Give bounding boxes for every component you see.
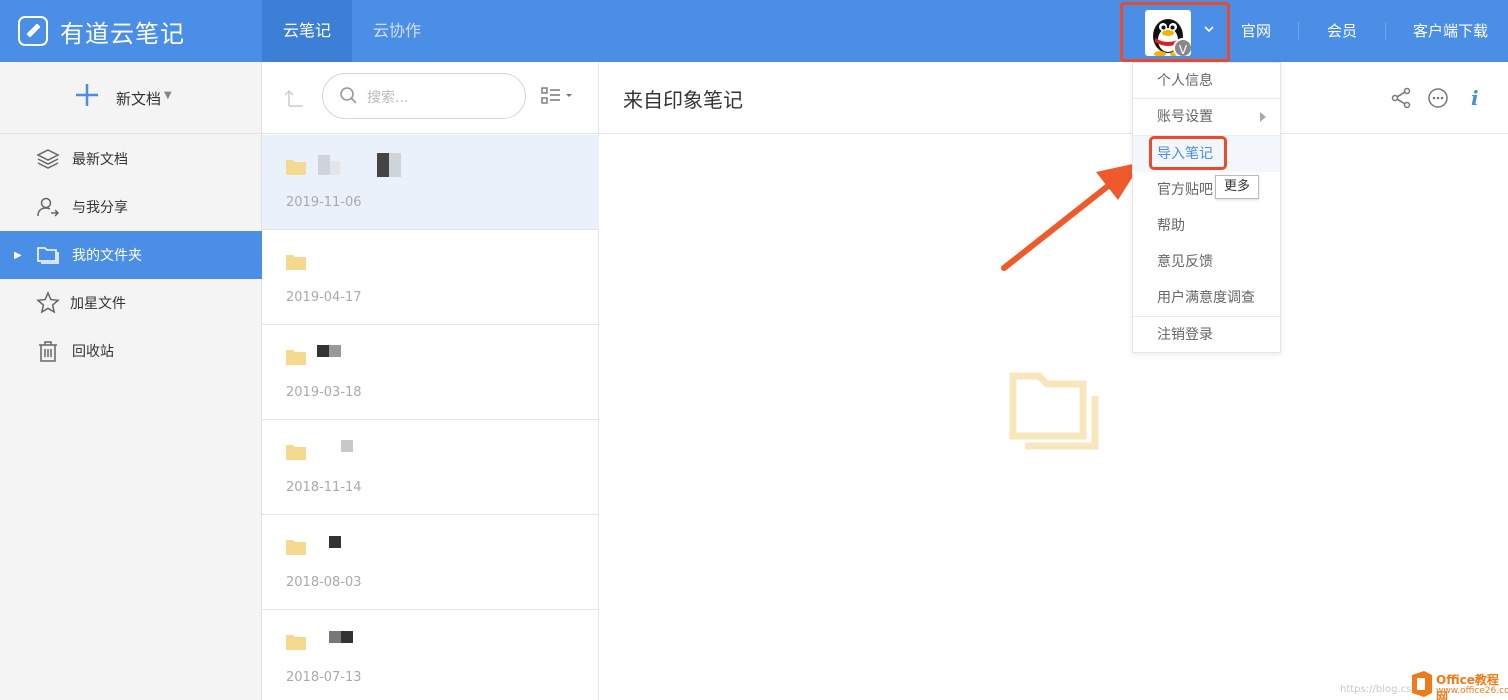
menu-item-label: 账号设置 [1157,109,1213,125]
tab-cloud-collab[interactable]: 云协作 [357,0,437,62]
app-logo[interactable]: 有道云笔记 [18,14,185,48]
note-date: 2019-04-17 [286,290,362,305]
redacted-title [330,161,340,175]
svg-text:i: i [1471,86,1479,110]
list-toolbar: 搜索... [262,62,599,134]
sidebar-item-label: 回收站 [72,344,114,360]
sidebar: 新文档 ▼ 最新文档 与我分享 ▶ 我的文件夹 加星文件 回收站 [0,62,262,700]
menu-item-profile[interactable]: 个人信息 [1133,63,1280,99]
folder-icon [286,255,306,270]
menu-item-account-settings[interactable]: 账号设置 [1133,99,1280,135]
list-item[interactable]: 2018-08-03 [262,515,599,610]
content-header: 来自印象笔记 i [599,62,1508,134]
note-date: 2018-07-13 [286,670,362,685]
caret-right-icon[interactable]: ▶ [14,250,22,261]
redacted-title [318,155,330,175]
link-official-site[interactable]: 官网 [1241,0,1271,62]
parent-folder-icon[interactable] [282,86,306,110]
info-icon[interactable]: i [1462,86,1486,110]
list-item[interactable]: 2018-11-14 [262,420,599,515]
link-membership[interactable]: 会员 [1327,0,1357,62]
more-options-icon[interactable] [1426,86,1450,110]
sidebar-item-label: 我的文件夹 [72,248,142,264]
user-menu-trigger[interactable]: V [1120,2,1230,62]
sidebar-item-my-folders[interactable]: ▶ 我的文件夹 [0,231,262,279]
user-dropdown-menu: 个人信息 账号设置 导入笔记 官方贴吧 帮助 意见反馈 用户满意度调查 注销登录 [1132,62,1281,353]
chevron-down-icon[interactable] [1203,23,1215,39]
share-user-icon [37,197,60,217]
menu-item-help[interactable]: 帮助 [1133,208,1280,244]
menu-item-logout[interactable]: 注销登录 [1133,317,1280,353]
list-item[interactable]: 2019-03-18 [262,325,599,420]
avatar[interactable]: V [1145,10,1191,56]
caret-right-icon [1260,112,1266,122]
star-icon [36,291,60,314]
sidebar-item-starred[interactable]: 加星文件 [0,279,262,327]
notes-list-pane: 搜索... 2019-11-06 2019-04-17 2019-03-18 2… [262,62,599,700]
redacted-title [317,345,329,357]
list-item[interactable]: 2019-04-17 [262,230,599,325]
menu-item-feedback[interactable]: 意见反馈 [1133,244,1280,280]
redacted-title [389,153,401,177]
note-date: 2019-03-18 [286,385,362,400]
menu-item-survey[interactable]: 用户满意度调查 [1133,280,1280,316]
note-date: 2019-11-06 [286,195,362,210]
vip-badge: V [1173,38,1191,56]
folder-icon [37,247,59,264]
sidebar-item-label: 与我分享 [72,200,128,216]
note-date: 2018-08-03 [286,575,362,590]
folder-icon [286,635,306,650]
list-view-icon[interactable] [540,84,576,108]
redacted-title [377,153,389,177]
list-item[interactable]: 2018-07-13 [262,610,599,700]
share-icon[interactable] [1389,86,1413,110]
divider [1385,22,1386,40]
folder-icon [286,445,306,460]
sidebar-item-label: 加星文件 [70,296,126,312]
trash-icon [39,341,57,362]
empty-folder-icon [1009,372,1099,450]
tab-cloud-notes[interactable]: 云笔记 [262,0,352,62]
app-title: 有道云笔记 [60,19,185,48]
folder-icon [286,540,306,555]
redacted-title [329,536,341,548]
new-document-label: 新文档 [116,90,162,108]
redacted-title [329,345,341,357]
folder-title: 来自印象笔记 [623,88,743,112]
sidebar-item-shared[interactable]: 与我分享 [0,183,262,231]
redacted-title [341,631,353,643]
sidebar-item-label: 最新文档 [72,152,128,168]
annotation-highlight-box [1149,136,1227,170]
divider [1298,22,1299,40]
watermark-site: www.office26.com [1436,686,1508,696]
search-box[interactable]: 搜索... [322,73,526,119]
search-input[interactable]: 搜索... [367,87,408,107]
new-document-button[interactable]: 新文档 ▼ [0,62,262,134]
folder-icon [286,350,306,365]
caret-down-icon: ▼ [164,90,172,101]
link-client-download[interactable]: 客户端下载 [1413,0,1488,62]
tooltip: 更多 [1215,175,1259,199]
note-pen-icon [18,16,48,46]
sidebar-item-recent[interactable]: 最新文档 [0,135,262,183]
note-date: 2018-11-14 [286,480,362,495]
folder-icon [286,160,306,175]
redacted-title [341,440,353,452]
list-item[interactable]: 2019-11-06 [262,135,599,230]
search-icon [340,87,357,104]
plus-icon [74,80,100,114]
top-bar: 有道云笔记 云笔记 云协作 V 官网 会员 客户端下载 [0,0,1508,62]
layers-icon [36,149,60,169]
annotation-arrow [1001,162,1142,271]
sidebar-item-trash[interactable]: 回收站 [0,327,262,375]
redacted-title [329,631,341,643]
